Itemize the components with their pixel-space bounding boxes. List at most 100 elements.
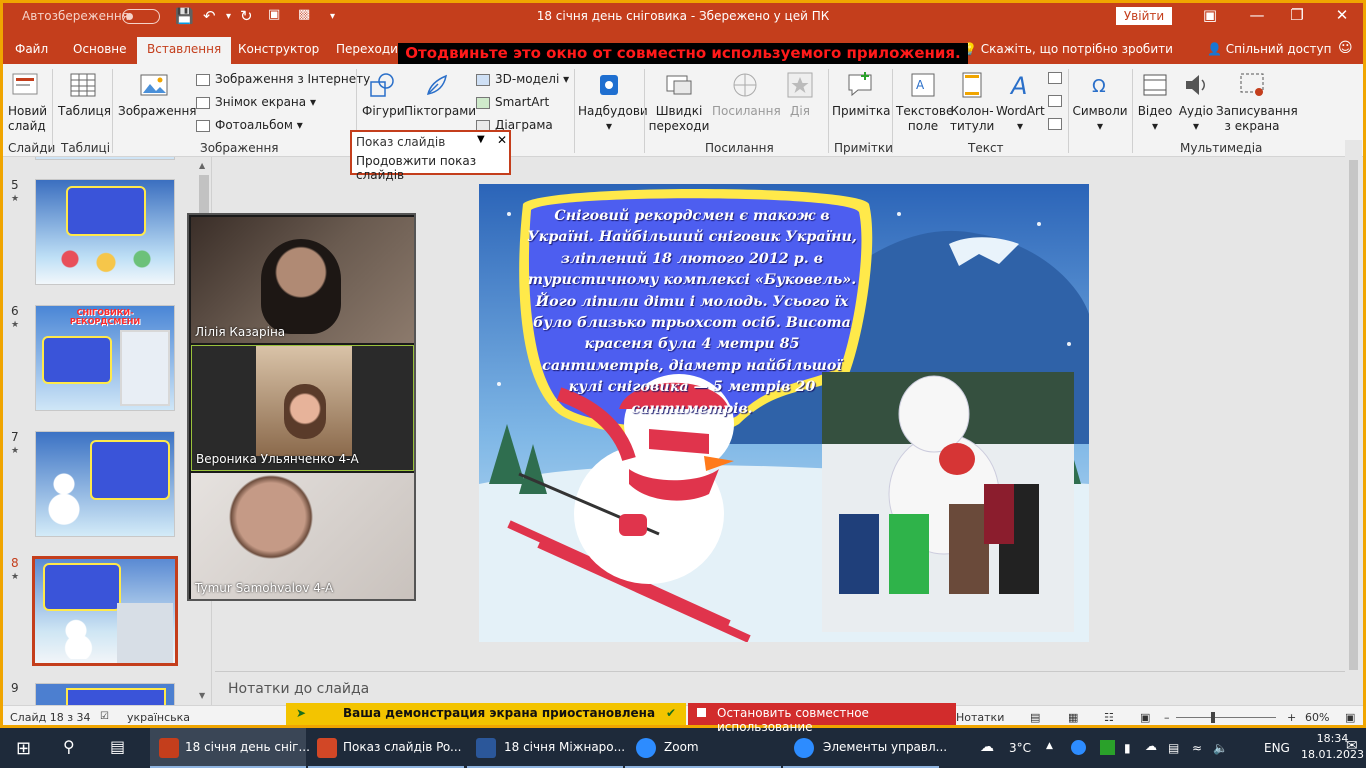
zoom-slider[interactable] <box>1176 717 1276 718</box>
zoom-slider-thumb[interactable] <box>1211 712 1215 723</box>
video-tile[interactable]: Лілія Казаріна <box>191 217 414 343</box>
monitor-icon[interactable]: ▤ <box>1168 741 1179 755</box>
editor-scrollbar[interactable] <box>1345 140 1362 700</box>
scroll-up-icon[interactable]: ▲ <box>199 161 205 170</box>
network-icon[interactable]: ≈ <box>1192 741 1202 755</box>
taskbar-item-powerpoint[interactable]: 18 січня день сніг... <box>150 728 310 768</box>
tab-design[interactable]: Конструктор <box>238 42 319 56</box>
zoom-participants-panel[interactable]: Лілія Казаріна Вероника Ульянченко 4-А T… <box>187 213 416 601</box>
zoom-level[interactable]: 60% <box>1305 711 1329 724</box>
new-slide-button[interactable]: Новий слайд <box>8 70 48 134</box>
slide-thumb-7[interactable] <box>35 431 175 537</box>
show-hidden-icons[interactable]: ▲ <box>1046 741 1053 751</box>
comment-button[interactable]: Примітка <box>832 70 890 119</box>
shapes-button[interactable]: Фігури <box>362 70 405 119</box>
notes-placeholder[interactable]: Нотатки до слайда <box>228 681 369 697</box>
collapse-ribbon-icon[interactable]: ☺ <box>1338 40 1353 56</box>
input-language[interactable]: ENG <box>1264 741 1290 755</box>
addins-button[interactable]: Надбудови ▾ <box>578 70 648 134</box>
slide-body-text[interactable]: Сніговий рекордсмен є також в Україні. Н… <box>527 206 857 420</box>
normal-view-icon[interactable]: ▤ <box>1030 711 1040 724</box>
slide-number-icon[interactable] <box>1048 93 1067 107</box>
slide-thumb-partial[interactable] <box>35 157 175 160</box>
online-images-button[interactable]: Зображення з Інтернету <box>196 72 370 86</box>
reading-view-icon[interactable]: ☷ <box>1104 711 1114 724</box>
icons-button[interactable]: Піктограми <box>404 70 476 119</box>
audio-button[interactable]: Аудіо ▾ <box>1176 70 1216 134</box>
battery-icon[interactable]: ▮ <box>1124 741 1131 755</box>
tab-home[interactable]: Основне <box>73 42 127 56</box>
taskbar-item-zoom-controls[interactable]: Элементы управл... <box>783 728 947 768</box>
tray-app-icon[interactable] <box>1100 740 1115 755</box>
spellcheck-icon[interactable]: ☑ <box>100 711 109 722</box>
slide-number-selected: 8 <box>11 556 19 570</box>
smartart-button[interactable]: SmartArt <box>476 95 549 109</box>
popup-close-icon[interactable]: ✕ <box>497 133 507 147</box>
restore-icon[interactable]: ❐ <box>1287 6 1307 24</box>
wordart-button[interactable]: A WordArt ▾ <box>996 70 1045 134</box>
slide-thumb-5[interactable] <box>35 179 175 285</box>
link-button[interactable]: Посилання <box>712 70 781 119</box>
video-tile[interactable]: Tymur Samohvalov 4-A <box>191 473 414 599</box>
shapes-label: Фігури <box>362 104 405 118</box>
resume-slideshow-link[interactable]: Продовжити показ слайдів <box>356 154 509 182</box>
notes-toggle[interactable]: Нотатки <box>956 711 1004 724</box>
tell-me-search[interactable]: 💡 Скажіть, що потрібно зробити <box>962 42 1173 56</box>
scroll-down-icon[interactable]: ▼ <box>199 691 205 700</box>
shield-icon: ✔ <box>666 706 677 720</box>
close-icon[interactable]: ✕ <box>1332 6 1352 24</box>
slide-thumb-8-selected[interactable] <box>32 556 178 666</box>
minimize-icon[interactable]: — <box>1247 6 1267 24</box>
popup-dropdown-icon[interactable]: ▼ <box>477 134 485 145</box>
3d-models-button[interactable]: 3D-моделі ▾ <box>476 72 569 86</box>
taskbar-item-word[interactable]: 18 січня Міжнаро... <box>467 728 625 768</box>
search-icon[interactable]: ⚲ <box>63 737 75 756</box>
windows-start-icon[interactable]: ⊞ <box>16 738 31 759</box>
tab-insert[interactable]: Вставлення <box>137 37 232 64</box>
share-warning-banner: Отодвиньте это окно от совместно использ… <box>398 43 968 64</box>
tab-transitions[interactable]: Переходи <box>336 42 398 56</box>
ribbon-display-icon[interactable]: ▣ <box>1200 6 1220 24</box>
task-view-icon[interactable]: ▤ <box>110 737 125 756</box>
notifications-icon[interactable]: ✉ <box>1346 738 1358 754</box>
zoom-out-icon[interactable]: – <box>1164 711 1170 724</box>
object-icon[interactable] <box>1048 116 1067 130</box>
slide-sorter-icon[interactable]: ▦ <box>1068 711 1078 724</box>
scrollbar-thumb[interactable] <box>1349 160 1358 670</box>
slideshow-view-icon[interactable]: ▣ <box>1140 711 1150 724</box>
volume-icon[interactable]: 🔈 <box>1213 741 1228 755</box>
tab-file[interactable]: Файл <box>15 42 48 56</box>
cloud-icon[interactable]: ☁ <box>1145 739 1157 753</box>
language-indicator[interactable]: українська <box>127 711 190 724</box>
signin-button[interactable]: Увійти <box>1116 7 1172 25</box>
photo-album-button[interactable]: Фотоальбом ▾ <box>196 118 303 132</box>
screenshot-button[interactable]: Знімок екрана ▾ <box>196 95 316 109</box>
tell-me-label: Скажіть, що потрібно зробити <box>980 42 1173 56</box>
taskbar-item-slideshow[interactable]: Показ слайдів Po... <box>308 728 464 768</box>
date-time-icon[interactable] <box>1048 70 1067 84</box>
share-label: Спільний доступ <box>1225 42 1332 56</box>
audio-label: Аудіо <box>1178 104 1214 118</box>
stop-share-button[interactable]: Остановить совместное использование <box>688 703 956 734</box>
weather-temp[interactable]: 3°C <box>1009 741 1031 755</box>
photo-album-label: Фотоальбом <box>215 118 293 132</box>
quick-links-button[interactable]: Швидкі переходи <box>648 70 710 134</box>
images-button[interactable]: Зображення <box>118 70 197 119</box>
slide-thumb-9[interactable] <box>35 683 175 705</box>
video-button[interactable]: Відео ▾ <box>1136 70 1174 134</box>
slide-thumb-6[interactable]: СНІГОВИКИ-РЕКОРДСМЕНИ <box>35 305 175 411</box>
textbox-button[interactable]: A Текстове поле <box>896 70 953 134</box>
video-tile-active-speaker[interactable]: Вероника Ульянченко 4-А <box>191 345 414 471</box>
thumb-snowman <box>44 466 84 526</box>
fit-to-window-icon[interactable]: ▣ <box>1345 711 1355 724</box>
table-button[interactable]: Таблиця <box>58 70 111 119</box>
header-footer-button[interactable]: Колон-титули <box>950 70 994 134</box>
symbols-button[interactable]: Ω Символи ▾ <box>1072 70 1128 134</box>
action-button[interactable]: Дія <box>782 70 818 119</box>
zoom-in-icon[interactable]: + <box>1287 711 1296 724</box>
zoom-tray-icon[interactable] <box>1071 740 1086 755</box>
screen-recording-button[interactable]: Записування з екрана <box>1216 70 1298 134</box>
taskbar-item-zoom[interactable]: Zoom <box>625 728 781 768</box>
weather-icon[interactable]: ☁ <box>980 739 994 755</box>
share-button[interactable]: 👤 Спільний доступ <box>1207 42 1332 56</box>
